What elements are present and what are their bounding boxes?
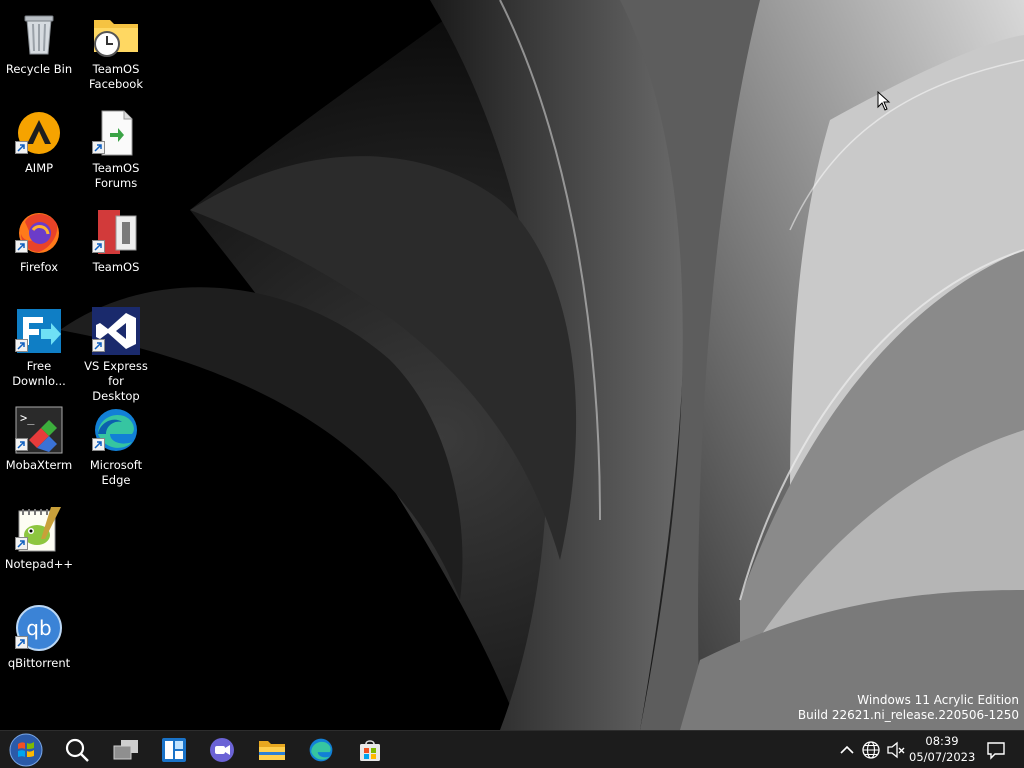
desktop-icon-teamos-facebook[interactable]: TeamOS Facebook — [77, 4, 155, 96]
desktop-icon-label: MobaXterm — [5, 458, 73, 472]
watermark-edition: Windows 11 Acrylic Edition — [857, 693, 1019, 707]
mouse-cursor-icon — [877, 91, 891, 111]
show-hidden-icons-button[interactable] — [837, 740, 857, 760]
desktop-icon-qbittorrent[interactable]: qb qBittorrent — [0, 598, 78, 690]
desktop-icon-label: TeamOS — [92, 260, 140, 274]
desktop-icon-teamos[interactable]: TeamOS — [77, 202, 155, 294]
shortcut-arrow-icon — [92, 339, 105, 352]
shortcut-arrow-icon — [15, 636, 28, 649]
recycle-bin-icon — [15, 10, 63, 58]
taskbar: 08:39 05/07/2023 — [0, 730, 1024, 768]
chat-button[interactable] — [204, 733, 240, 767]
desktop-icon-label: Microsoft Edge — [89, 458, 143, 487]
desktop-icon-vs-express[interactable]: VS Express for Desktop — [77, 301, 155, 403]
volume-button[interactable] — [886, 740, 906, 760]
windows-build-watermark: Windows 11 Acrylic Edition Build 22621.n… — [798, 693, 1019, 723]
widgets-icon — [162, 738, 186, 762]
svg-text:>_: >_ — [20, 411, 35, 425]
clock-date: 05/07/2023 — [909, 750, 976, 764]
desktop-icon-label: Firefox — [19, 260, 59, 274]
network-button[interactable] — [861, 740, 881, 760]
notification-center-button[interactable] — [986, 740, 1006, 760]
task-view-icon — [113, 740, 138, 760]
edge-icon — [309, 738, 333, 762]
shortcut-arrow-icon — [92, 141, 105, 154]
desktop-icon-label: Notepad++ — [4, 557, 74, 571]
network-globe-icon — [862, 741, 880, 759]
file-explorer-button[interactable] — [254, 733, 290, 767]
desktop-icon-label: TeamOS Facebook — [88, 62, 144, 91]
notification-icon — [987, 742, 1005, 760]
widgets-button[interactable] — [156, 733, 192, 767]
desktop-icon-label: TeamOS Forums — [92, 161, 140, 190]
shortcut-arrow-icon — [92, 240, 105, 253]
desktop-icon-label: Recycle Bin — [5, 62, 73, 76]
volume-muted-icon — [887, 741, 905, 759]
search-icon — [65, 738, 89, 762]
clock-time: 08:39 — [925, 734, 959, 748]
desktop-icon-label: Free Downlo... — [12, 359, 66, 388]
teams-chat-icon — [210, 738, 234, 762]
shortcut-arrow-icon — [15, 438, 28, 451]
edge-taskbar-button[interactable] — [303, 733, 339, 767]
shortcut-arrow-icon — [15, 141, 28, 154]
watermark-build: Build 22621.ni_release.220506-1250 — [797, 708, 1019, 722]
svg-text:qb: qb — [26, 616, 51, 640]
shortcut-arrow-icon — [92, 438, 105, 451]
shortcut-arrow-icon — [15, 537, 28, 550]
desktop-icon-recycle-bin[interactable]: Recycle Bin — [0, 4, 78, 96]
shortcut-arrow-icon — [15, 339, 28, 352]
desktop-icon-free-download-manager[interactable]: Free Downlo... — [0, 301, 78, 393]
folder-clock-icon — [92, 10, 140, 58]
desktop-icon-label: qBittorrent — [7, 656, 71, 670]
desktop-icon-label: AIMP — [24, 161, 54, 175]
store-icon — [360, 740, 380, 761]
desktop-icon-teamos-forums[interactable]: TeamOS Forums — [77, 103, 155, 195]
shortcut-arrow-icon — [15, 240, 28, 253]
desktop-icon-label: VS Express for Desktop — [84, 359, 148, 403]
desktop-icon-notepadpp[interactable]: Notepad++ — [0, 499, 78, 591]
windows-orb-icon — [9, 733, 43, 767]
start-button[interactable] — [8, 733, 44, 767]
chevron-up-icon — [840, 745, 854, 754]
folder-icon — [259, 741, 285, 760]
desktop-icon-aimp[interactable]: AIMP — [0, 103, 78, 195]
store-button[interactable] — [352, 733, 388, 767]
task-view-button[interactable] — [108, 733, 144, 767]
desktop-icon-microsoft-edge[interactable]: Microsoft Edge — [77, 400, 155, 492]
search-button[interactable] — [59, 733, 95, 767]
desktop-icon-firefox[interactable]: Firefox — [0, 202, 78, 294]
desktop-icon-mobaxterm[interactable]: >_ MobaXterm — [0, 400, 78, 492]
taskbar-clock[interactable]: 08:39 05/07/2023 — [909, 733, 975, 765]
